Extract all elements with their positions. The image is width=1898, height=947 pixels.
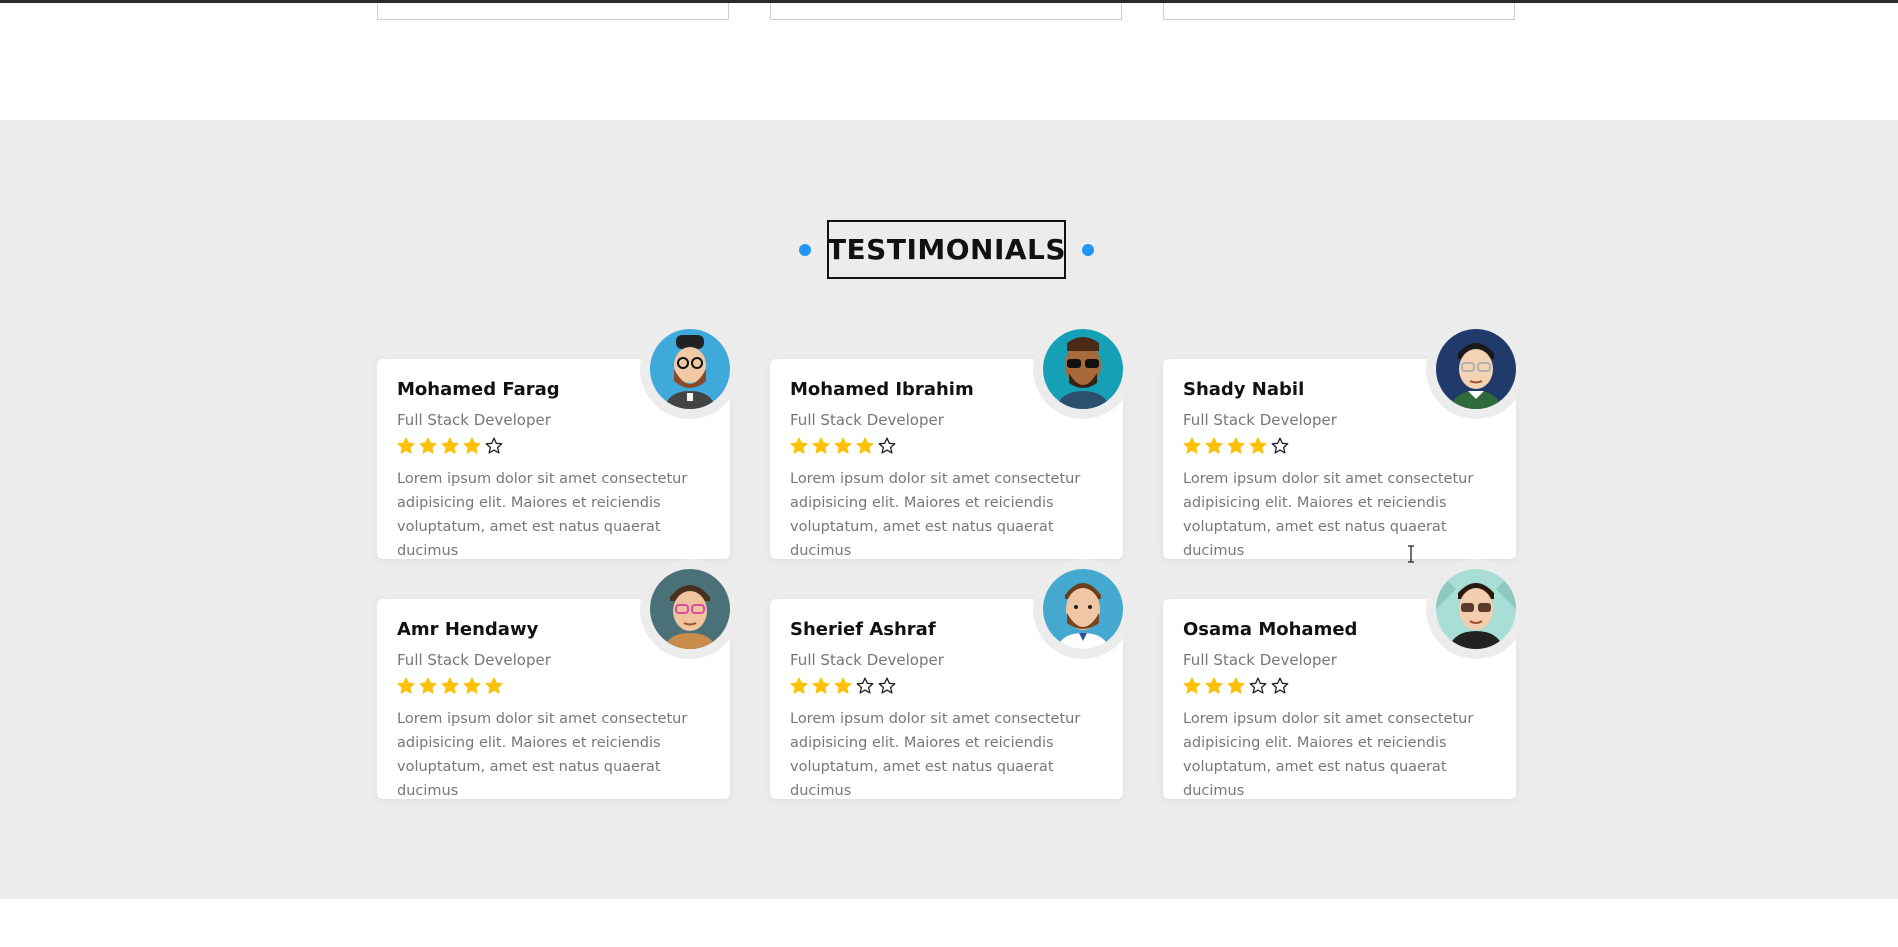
testimonial-text: Lorem ipsum dolor sit amet consectetur a… — [1183, 471, 1474, 559]
star-empty-icon — [878, 677, 896, 694]
testimonial-text: Lorem ipsum dolor sit amet consectetur a… — [1183, 711, 1474, 799]
star-filled-icon — [419, 677, 437, 694]
rating-stars — [1183, 677, 1289, 695]
testimonial-role: Full Stack Developer — [790, 651, 944, 669]
testimonial-text: Lorem ipsum dolor sit amet consectetur a… — [790, 711, 1081, 799]
avatar-frame — [640, 559, 740, 659]
star-filled-icon — [790, 677, 808, 694]
star-filled-icon — [1205, 437, 1223, 454]
star-filled-icon — [812, 677, 830, 694]
star-filled-icon — [834, 677, 852, 694]
star-filled-icon — [419, 437, 437, 454]
previous-section — [0, 0, 1898, 120]
star-empty-icon — [1271, 677, 1289, 694]
testimonial-role: Full Stack Developer — [397, 651, 551, 669]
star-empty-icon — [1249, 677, 1267, 694]
section-heading: TESTIMONIALS — [0, 220, 1898, 280]
star-empty-icon — [856, 677, 874, 694]
previous-card — [770, 0, 1122, 20]
avatar-beard-icon — [1043, 569, 1123, 649]
testimonial-text: Lorem ipsum dolor sit amet consectetur a… — [790, 471, 1081, 559]
star-filled-icon — [485, 677, 503, 694]
heading-dot-right — [1082, 244, 1094, 256]
rating-stars — [790, 677, 896, 695]
star-empty-icon — [485, 437, 503, 454]
avatar-frame — [1426, 559, 1526, 659]
star-filled-icon — [1249, 437, 1267, 454]
previous-card — [1163, 0, 1515, 20]
avatar-frame — [1426, 319, 1526, 419]
star-filled-icon — [1227, 677, 1245, 694]
heading-box: TESTIMONIALS — [827, 220, 1066, 279]
star-filled-icon — [1205, 677, 1223, 694]
star-filled-icon — [1183, 437, 1201, 454]
avatar-frame — [1033, 319, 1133, 419]
testimonial-role: Full Stack Developer — [1183, 651, 1337, 669]
previous-card — [377, 0, 729, 20]
avatar-bearded-glasses-icon — [650, 329, 730, 409]
testimonial-name: Sherief Ashraf — [790, 619, 936, 640]
star-filled-icon — [441, 677, 459, 694]
avatar-pink-glasses-icon — [650, 569, 730, 649]
testimonial-name: Amr Hendawy — [397, 619, 539, 640]
avatar-frame — [640, 319, 740, 419]
star-filled-icon — [1183, 677, 1201, 694]
testimonial-name: Shady Nabil — [1183, 379, 1305, 400]
testimonial-role: Full Stack Developer — [1183, 411, 1337, 429]
testimonial-text: Lorem ipsum dolor sit amet consectetur a… — [397, 471, 688, 559]
star-filled-icon — [397, 437, 415, 454]
star-filled-icon — [397, 677, 415, 694]
avatar-sunglasses-icon — [1436, 569, 1516, 649]
rating-stars — [1183, 437, 1289, 455]
star-filled-icon — [812, 437, 830, 454]
top-border — [0, 0, 1898, 3]
testimonials-section: TESTIMONIALS Mohamed Farag Full Stack De… — [0, 120, 1898, 899]
star-filled-icon — [463, 437, 481, 454]
avatar-sunglasses-beard-icon — [1043, 329, 1123, 409]
star-empty-icon — [1271, 437, 1289, 454]
star-filled-icon — [441, 437, 459, 454]
avatar-frame — [1033, 559, 1133, 659]
testimonial-name: Osama Mohamed — [1183, 619, 1358, 640]
testimonial-name: Mohamed Ibrahim — [790, 379, 974, 400]
testimonial-name: Mohamed Farag — [397, 379, 560, 400]
star-filled-icon — [834, 437, 852, 454]
text-cursor-icon — [1408, 545, 1414, 563]
next-section — [0, 899, 1898, 947]
testimonial-role: Full Stack Developer — [790, 411, 944, 429]
testimonial-text: Lorem ipsum dolor sit amet consectetur a… — [397, 711, 688, 799]
star-filled-icon — [463, 677, 481, 694]
rating-stars — [790, 437, 896, 455]
star-filled-icon — [1227, 437, 1245, 454]
section-title: TESTIMONIALS — [826, 233, 1067, 266]
star-filled-icon — [790, 437, 808, 454]
star-empty-icon — [878, 437, 896, 454]
rating-stars — [397, 677, 503, 695]
avatar-glasses-icon — [1436, 329, 1516, 409]
heading-dot-left — [799, 244, 811, 256]
star-filled-icon — [856, 437, 874, 454]
testimonial-role: Full Stack Developer — [397, 411, 551, 429]
rating-stars — [397, 437, 503, 455]
